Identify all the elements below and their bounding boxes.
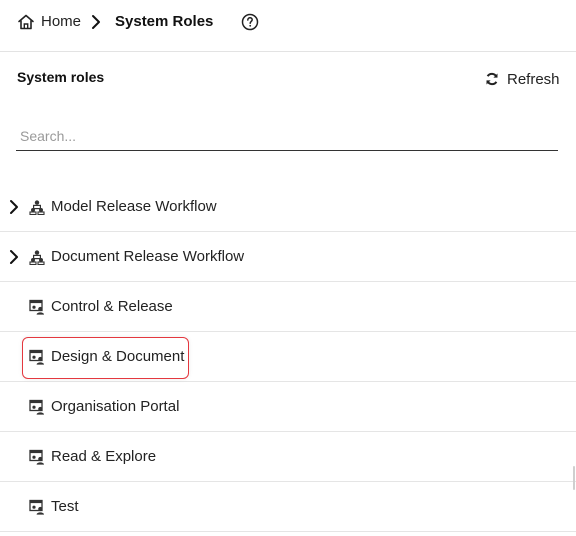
role-icon [29,499,44,515]
search-field [16,122,558,151]
panel-title: System roles [17,69,105,85]
role-icon [29,349,44,365]
role-label: Test [51,498,79,515]
chevron-right-icon [92,15,100,29]
refresh-icon [486,72,498,86]
role-label: Control & Release [51,298,173,315]
top-bar: Home System Roles [0,0,576,52]
role-row-control-release[interactable]: Control & Release [0,282,576,332]
search-input[interactable] [16,122,558,149]
scrollbar-thumb[interactable] [573,466,575,490]
role-label: Organisation Portal [51,398,180,415]
role-icon [29,299,44,315]
chevron-right-icon[interactable] [8,199,20,215]
chevron-right-icon[interactable] [8,249,20,265]
refresh-button[interactable]: Refresh [485,70,560,88]
workflow-group-icon [29,200,45,215]
role-row-model-release-workflow[interactable]: Model Release Workflow [0,182,576,232]
role-label: Document Release Workflow [51,248,245,265]
role-row-document-release-workflow[interactable]: Document Release Workflow [0,232,576,282]
breadcrumb-current: System Roles [115,13,214,30]
role-label: Model Release Workflow [51,198,217,215]
help-icon[interactable] [241,13,259,31]
role-label: Read & Explore [51,448,157,465]
role-row-design-document[interactable]: Design & Document [0,332,576,382]
role-row-test[interactable]: Test [0,482,576,532]
role-icon [29,449,44,465]
workflow-group-icon [29,250,45,265]
role-label: Design & Document [51,348,185,365]
system-roles-list: Model Release Workflow Document Release … [0,182,576,532]
role-icon [29,399,44,415]
role-row-organisation-portal[interactable]: Organisation Portal [0,382,576,432]
refresh-label: Refresh [507,70,560,88]
role-row-read-explore[interactable]: Read & Explore [0,432,576,482]
breadcrumb-home[interactable]: Home [41,13,81,30]
home-icon[interactable] [17,13,35,31]
